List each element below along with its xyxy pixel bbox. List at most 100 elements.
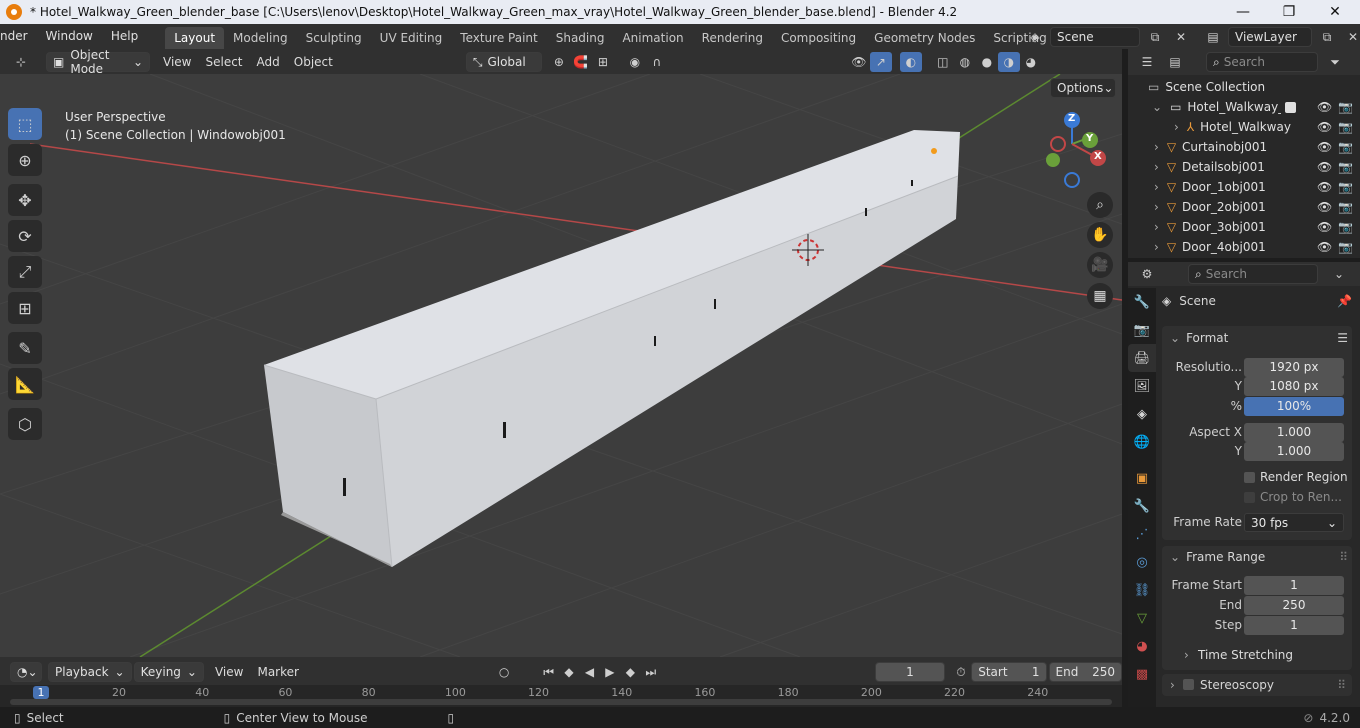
options-dropdown[interactable]: Options ⌄ <box>1050 78 1116 98</box>
frame-rate-dropdown[interactable]: 30 fps ⌄ <box>1244 512 1344 532</box>
eye-icon[interactable]: 👁 <box>1317 120 1332 134</box>
prev-keyframe-icon[interactable]: ◆ <box>559 662 579 682</box>
scene-icon[interactable]: ◈ <box>1024 27 1046 47</box>
physics-tab-icon[interactable]: ◎ <box>1128 548 1156 576</box>
viewlayer-selector[interactable]: ViewLayer <box>1228 27 1312 47</box>
mode-selector[interactable]: ▣ Object Mode ⌄ <box>46 48 150 76</box>
tab-geometry-nodes[interactable]: Geometry Nodes <box>865 27 984 49</box>
3d-viewport[interactable]: User Perspective (1) Scene Collection | … <box>0 74 1122 657</box>
rendered-shading-icon[interactable]: ◕ <box>1020 52 1042 72</box>
camera-icon[interactable]: 📷 <box>1338 140 1353 154</box>
play-reverse-icon[interactable]: ◀ <box>579 662 599 682</box>
rotate-tool-icon[interactable]: ⟳ <box>8 220 42 252</box>
scene-selector[interactable]: Scene <box>1050 27 1140 47</box>
particles-tab-icon[interactable]: ⋰ <box>1128 520 1156 548</box>
eye-icon[interactable]: 👁 <box>1317 140 1332 154</box>
visibility-icon[interactable]: 👁 <box>848 52 870 72</box>
modifier-tab-icon[interactable]: 🔧 <box>1128 492 1156 520</box>
eye-icon[interactable]: 👁 <box>1317 180 1332 194</box>
move-tool-icon[interactable]: ✥ <box>8 184 42 216</box>
drag-handle-icon[interactable]: ⠿ <box>1337 678 1346 692</box>
pivot-point-icon[interactable]: ⊕ <box>548 52 570 72</box>
measure-tool-icon[interactable]: 📐 <box>8 368 42 400</box>
current-frame-field[interactable]: 1 <box>875 662 945 682</box>
eye-icon[interactable]: 👁 <box>1317 240 1332 254</box>
transform-orientation-selector[interactable]: ⤡ Global <box>465 52 542 72</box>
frame-step-field[interactable]: 1 <box>1244 615 1344 635</box>
outliner-search-input[interactable]: ⌕ Search <box>1206 52 1318 72</box>
drag-handle-icon[interactable]: ⠿ <box>1339 550 1348 564</box>
solid-shading-icon[interactable]: ● <box>976 52 998 72</box>
select-box-tool-icon[interactable]: ⬚ <box>8 108 42 140</box>
tab-modeling[interactable]: Modeling <box>224 27 297 49</box>
outliner-item[interactable]: › ▽ Door_2obj001 👁 📷 <box>1128 197 1360 217</box>
texture-tab-icon[interactable]: ▩ <box>1128 660 1156 688</box>
jump-start-icon[interactable]: ⏮ <box>538 662 558 682</box>
new-scene-icon[interactable]: ⧉ <box>1144 27 1166 47</box>
resolution-percent-field[interactable]: 100% <box>1244 396 1344 416</box>
viewlayer-icon[interactable]: ▤ <box>1202 27 1224 47</box>
exclude-checkbox[interactable] <box>1285 101 1297 113</box>
overlay-toggle-icon[interactable]: ◐ <box>899 52 922 72</box>
outliner-scene-collection[interactable]: ▭ Scene Collection <box>1128 77 1360 97</box>
camera-icon[interactable]: 📷 <box>1338 100 1353 114</box>
transform-tool-icon[interactable]: ⊞ <box>8 292 42 324</box>
xray-icon[interactable]: ◫ <box>932 52 954 72</box>
aspect-y-field[interactable]: 1.000 <box>1244 441 1344 461</box>
jump-end-icon[interactable]: ⏭ <box>641 662 661 682</box>
filter-icon[interactable]: ⏷ <box>1324 52 1346 72</box>
falloff-icon[interactable]: ∩ <box>646 52 668 72</box>
timeline-view-menu[interactable]: View <box>208 661 250 683</box>
viewport-menu-select[interactable]: Select <box>198 51 249 73</box>
snap-target-icon[interactable]: ⊞ <box>592 52 614 72</box>
time-stretching-subpanel[interactable]: › Time Stretching <box>1162 645 1352 665</box>
outliner-item[interactable]: › ▽ Door_3obj001 👁 📷 <box>1128 217 1360 237</box>
properties-search-input[interactable]: ⌕ Search <box>1188 264 1318 284</box>
delete-scene-icon[interactable]: ✕ <box>1170 27 1192 47</box>
new-viewlayer-icon[interactable]: ⧉ <box>1316 27 1338 47</box>
render-tab-icon[interactable]: 📷 <box>1128 316 1156 344</box>
viewport-menu-view[interactable]: View <box>156 51 198 73</box>
camera-icon[interactable]: 📷 <box>1338 180 1353 194</box>
material-tab-icon[interactable]: ◕ <box>1128 632 1156 660</box>
outliner-collection-row[interactable]: ⌄ ▭ Hotel_Walkway_Gre 👁 📷 <box>1128 97 1360 117</box>
stereoscopy-panel[interactable]: › Stereoscopy ⠿ <box>1162 674 1352 696</box>
resolution-y-field[interactable]: 1080 px <box>1244 376 1344 396</box>
outliner-item[interactable]: › ▽ Detailsobj001 👁 📷 <box>1128 157 1360 177</box>
display-mode-icon[interactable]: ▤ <box>1164 52 1186 72</box>
camera-icon[interactable]: 📷 <box>1338 160 1353 174</box>
outliner-item[interactable]: › ▽ Door_1obj001 👁 📷 <box>1128 177 1360 197</box>
material-shading-icon[interactable]: ◑ <box>997 52 1020 72</box>
world-tab-icon[interactable]: 🌐 <box>1128 428 1156 456</box>
timeline-scrollbar[interactable] <box>10 699 1112 705</box>
zoom-icon[interactable]: ⌕ <box>1087 192 1113 218</box>
cursor-tool-icon[interactable]: ⊕ <box>8 144 42 176</box>
properties-editor-icon[interactable]: ⚙ <box>1136 264 1158 284</box>
frame-end-field[interactable]: 250 <box>1244 595 1344 615</box>
annotate-tool-icon[interactable]: ✎ <box>8 332 42 364</box>
delete-viewlayer-icon[interactable]: ✕ <box>1342 27 1360 47</box>
data-tab-icon[interactable]: ▽ <box>1128 604 1156 632</box>
tab-uv-editing[interactable]: UV Editing <box>371 27 452 49</box>
tab-compositing[interactable]: Compositing <box>772 27 865 49</box>
tab-rendering[interactable]: Rendering <box>693 27 772 49</box>
maximize-button[interactable]: ❐ <box>1266 0 1312 24</box>
close-button[interactable]: ✕ <box>1312 0 1358 24</box>
editor-type-icon[interactable]: ⊹ <box>10 52 32 72</box>
next-keyframe-icon[interactable]: ◆ <box>620 662 640 682</box>
outliner-item[interactable]: › ▽ Door_4obj001 👁 📷 <box>1128 237 1360 257</box>
preview-range-icon[interactable]: ⏱ <box>951 662 971 682</box>
viewport-menu-object[interactable]: Object <box>287 51 340 73</box>
snap-icon[interactable]: 🧲 <box>570 52 592 72</box>
camera-icon[interactable]: 📷 <box>1338 200 1353 214</box>
menu-window[interactable]: Window <box>37 24 102 49</box>
aspect-x-field[interactable]: 1.000 <box>1244 422 1344 442</box>
proportional-edit-icon[interactable]: ◉ <box>624 52 646 72</box>
timeline-start-field[interactable]: Start 1 <box>971 662 1047 682</box>
outliner-item[interactable]: › ▽ Curtainobj001 👁 📷 <box>1128 137 1360 157</box>
auto-keying-icon[interactable]: ○ <box>494 662 514 682</box>
camera-icon[interactable]: 📷 <box>1338 240 1353 254</box>
add-cube-tool-icon[interactable]: ⬡ <box>8 408 42 440</box>
presets-list-icon[interactable]: ☰ <box>1337 331 1348 345</box>
outliner-editor-icon[interactable]: ☰ <box>1136 52 1158 72</box>
